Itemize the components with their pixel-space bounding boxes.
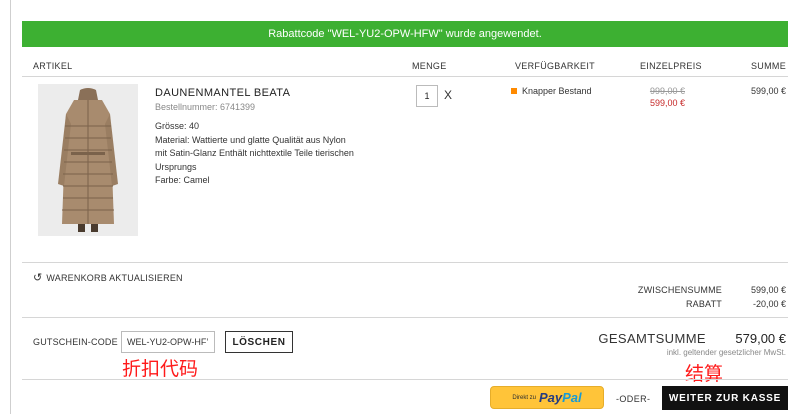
- header-einzelpreis: EINZELPREIS: [640, 61, 702, 71]
- detail-size: Grösse: 40: [155, 121, 200, 131]
- coat-illustration: [38, 84, 138, 236]
- total-label: GESAMTSUMME: [598, 331, 706, 346]
- detail-color: Farbe: Camel: [155, 175, 210, 185]
- subtotal-label: ZWISCHENSUMME: [637, 285, 722, 295]
- order-number: Bestellnummer: 6741399: [155, 102, 256, 112]
- totals-divider: [22, 317, 788, 318]
- update-cart-link[interactable]: ↺ WARENKORB AKTUALISIEREN: [33, 271, 183, 284]
- refresh-icon: ↺: [33, 272, 43, 284]
- camel-down-coat-image[interactable]: [38, 84, 138, 236]
- paypal-logo-pal: Pal: [562, 390, 582, 405]
- header-summe: SUMME: [751, 61, 786, 71]
- line-sum: 599,00 €: [750, 86, 786, 96]
- footer-divider: [22, 379, 788, 380]
- discount-label: RABATT: [685, 299, 722, 309]
- total-value: 579,00 €: [735, 331, 786, 346]
- availability: Knapper Bestand: [511, 86, 592, 96]
- product-details: Grösse: 40 Material: Wattierte und glatt…: [155, 120, 385, 188]
- header-artikel: ARTIKEL: [33, 61, 73, 71]
- quantity-value: 1: [424, 91, 430, 101]
- coupon-annotation: 折扣代码: [122, 359, 199, 380]
- paypal-logo-pay: Pay: [539, 390, 563, 405]
- old-price: 999,00 €: [649, 86, 685, 96]
- checkout-button[interactable]: WEITER ZUR KASSE: [662, 386, 788, 410]
- coupon-input[interactable]: [121, 331, 215, 353]
- header-menge: MENGE: [412, 61, 447, 71]
- banner-text: Rabattcode "WEL-YU2-OPW-HFW" wurde angew…: [268, 28, 542, 40]
- product-name[interactable]: DAUNENMANTEL BEATA: [155, 87, 290, 99]
- update-cart-label: WARENKORB AKTUALISIEREN: [46, 272, 183, 283]
- header-verfuegbarkeit: VERFÜGBARKEIT: [515, 61, 595, 71]
- discount-value: -20,00 €: [752, 299, 786, 309]
- item-divider: [22, 262, 788, 263]
- unit-price: 599,00 €: [649, 98, 685, 108]
- detail-material-line2: mit Satin-Glanz Enthält nichttextile Tei…: [155, 148, 354, 158]
- delete-coupon-button[interactable]: LÖSCHEN: [225, 331, 293, 353]
- quantity-field[interactable]: 1: [416, 85, 438, 107]
- coupon-applied-banner: Rabattcode "WEL-YU2-OPW-HFW" wurde angew…: [22, 21, 788, 47]
- coupon-label: GUTSCHEIN-CODE: [33, 337, 118, 347]
- low-stock-indicator-icon: [511, 88, 517, 94]
- subtotal-value: 599,00 €: [750, 285, 786, 295]
- detail-material-line1: Material: Wattierte und glatte Qualität …: [155, 134, 346, 145]
- header-divider: [22, 76, 788, 77]
- remove-item-icon[interactable]: X: [444, 88, 452, 102]
- detail-material-line3: Ursprungs: [155, 161, 197, 172]
- or-separator: -ODER-: [616, 394, 651, 404]
- paypal-button[interactable]: Direkt zu Pay Pal: [490, 386, 604, 409]
- checkout-annotation: 结算: [685, 364, 724, 385]
- paypal-prefix: Direkt zu: [512, 394, 536, 401]
- availability-label: Knapper Bestand: [522, 86, 592, 96]
- vat-note: inkl. geltender gesetzlicher MwSt.: [666, 348, 786, 357]
